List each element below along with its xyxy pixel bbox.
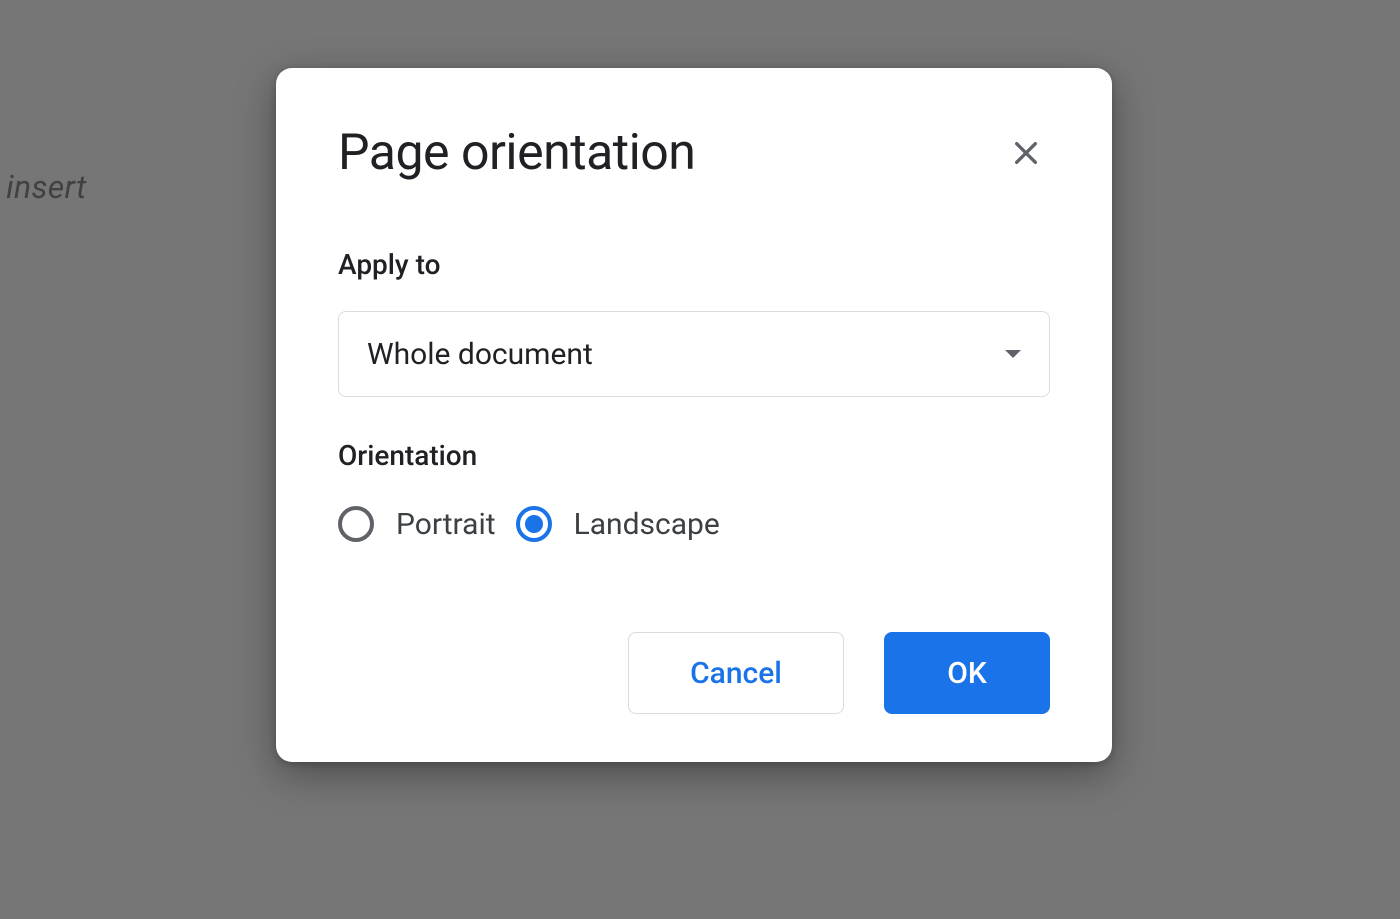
radio-checked-icon xyxy=(516,506,552,542)
radio-unchecked-icon xyxy=(338,506,374,542)
ok-button[interactable]: OK xyxy=(884,632,1050,714)
apply-to-dropdown[interactable]: Whole document xyxy=(338,311,1050,397)
dialog-title: Page orientation xyxy=(338,124,695,182)
cancel-button[interactable]: Cancel xyxy=(628,632,844,714)
radio-option-portrait[interactable]: Portrait xyxy=(338,506,496,542)
radio-option-landscape[interactable]: Landscape xyxy=(516,506,720,542)
background-partial-text: o insert xyxy=(0,168,87,206)
page-orientation-dialog: Page orientation Apply to Whole document… xyxy=(276,68,1112,762)
dialog-button-row: Cancel OK xyxy=(338,632,1050,714)
radio-label-landscape: Landscape xyxy=(574,507,720,542)
orientation-radio-group: Portrait Landscape xyxy=(338,506,1050,542)
radio-label-portrait: Portrait xyxy=(396,507,496,542)
close-button[interactable] xyxy=(1002,129,1050,177)
close-icon xyxy=(1010,137,1042,169)
apply-to-value: Whole document xyxy=(367,337,593,372)
dialog-header: Page orientation xyxy=(338,124,1050,182)
apply-to-label: Apply to xyxy=(338,248,1050,281)
chevron-down-icon xyxy=(1005,350,1021,358)
orientation-label: Orientation xyxy=(338,439,1050,472)
